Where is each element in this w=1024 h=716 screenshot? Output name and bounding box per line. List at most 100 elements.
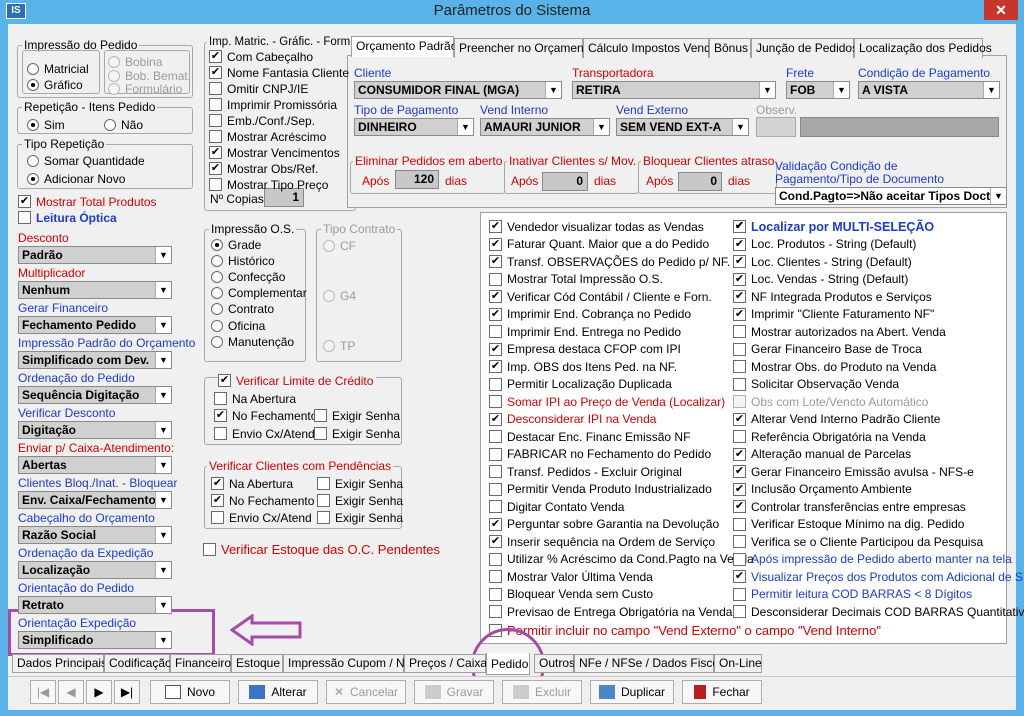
radio-os-option[interactable]: Confecção (211, 268, 285, 285)
excluir-button[interactable]: Excluir (502, 680, 582, 704)
radio-cf[interactable]: CF (323, 237, 356, 254)
tab-preencher-orcamento[interactable]: Preencher no Orçamento (454, 38, 594, 58)
option-checkbox[interactable]: Solicitar Observação Venda (733, 376, 899, 393)
radio-os-option[interactable]: Contrato (211, 301, 274, 318)
imp-matric-checkbox[interactable]: Mostrar Tipo Preço (209, 176, 328, 193)
gravar-button[interactable]: Gravar (414, 680, 494, 704)
radio-os-option[interactable]: Histórico (211, 252, 275, 269)
transportadora-select[interactable]: RETIRA ▼ (572, 81, 776, 99)
tab-bonus[interactable]: Bônus (709, 38, 751, 58)
bottom-tab[interactable]: Impressão Cupom / NF (283, 654, 412, 673)
option-checkbox[interactable]: Mostrar Total Impressão O.S. (489, 271, 663, 288)
option-checkbox[interactable]: ✔ Loc. Vendas - String (Default) (733, 271, 908, 288)
radio-somar-quantidade[interactable]: Somar Quantidade (27, 152, 145, 169)
duplicar-button[interactable]: Duplicar (590, 680, 674, 704)
close-button[interactable]: ✕ (984, 0, 1018, 20)
option-checkbox[interactable]: ✔ Alteração manual de Parcelas (733, 446, 911, 463)
pendencias-envio-checkbox[interactable]: Envio Cx/Atend (211, 509, 312, 526)
radio-os-option[interactable]: Oficina (211, 317, 265, 334)
alterar-button[interactable]: Alterar (238, 680, 318, 704)
imp-matric-checkbox[interactable]: Mostrar Acréscimo (209, 128, 326, 145)
pendencias-na-abertura-checkbox[interactable]: ✔ Na Abertura (211, 475, 293, 492)
observ-code-input[interactable] (756, 117, 796, 137)
left-combo-select[interactable]: Razão Social ▼ (18, 526, 172, 544)
option-checkbox[interactable]: Destacar Enc. Financ Emissão NF (489, 428, 690, 445)
option-checkbox[interactable]: Desconsiderar Decimais COD BARRAS Quanti… (733, 603, 1024, 620)
radio-formulario[interactable]: Formulário (108, 80, 182, 97)
bottom-tab[interactable]: NFe / NFSe / Dados Fisco (574, 654, 719, 673)
radio-os-option[interactable]: Complementar (211, 285, 307, 302)
tipo-pagamento-select[interactable]: DINHEIRO ▼ (354, 118, 474, 136)
option-checkbox[interactable]: ✔ Inserir sequência na Ordem de Serviço (489, 533, 715, 550)
option-checkbox[interactable]: Bloquear Venda sem Custo (489, 586, 653, 603)
tab-orcamento-padrao[interactable]: Orçamento Padrão (351, 36, 457, 57)
leitura-optica-checkbox[interactable]: Leitura Óptica (18, 209, 117, 226)
radio-nao[interactable]: Não (104, 116, 143, 133)
pendencias-no-fechamento-checkbox[interactable]: ✔ No Fechamento (211, 492, 314, 509)
bottom-tab[interactable]: On-Line (714, 654, 762, 673)
option-checkbox[interactable]: ✔ Perguntar sobre Garantia na Devolução (489, 516, 719, 533)
option-checkbox[interactable]: ✔ NF Integrada Produtos e Serviços (733, 288, 932, 305)
radio-os-option[interactable]: Manutenção (211, 333, 294, 350)
bottom-tab[interactable]: Preços / Caixa (404, 654, 487, 673)
radio-matricial[interactable]: Matricial (27, 60, 89, 77)
left-combo-select[interactable]: Nenhum ▼ (18, 281, 172, 299)
left-combo-select[interactable]: Abertas ▼ (18, 456, 172, 474)
option-checkbox[interactable]: Referência Obrigatória na Venda (733, 428, 926, 445)
radio-adicionar-novo[interactable]: Adicionar Novo (27, 170, 125, 187)
last-record-button[interactable]: ▶| (114, 680, 140, 704)
left-combo-select[interactable]: Padrão ▼ (18, 246, 172, 264)
option-checkbox[interactable]: Somar IPI ao Preço de Venda (Localizar) (489, 393, 725, 410)
bottom-tab[interactable]: Codificação (104, 654, 172, 673)
option-checkbox[interactable]: ✔ Faturar Quant. Maior que a do Pedido (489, 236, 709, 253)
cancelar-button[interactable]: ✕ Cancelar (326, 680, 406, 704)
imp-matric-checkbox[interactable]: Imprimir Promissória (209, 96, 337, 113)
option-checkbox[interactable]: Utilizar % Acréscimo da Cond.Pagto na Ve… (489, 551, 754, 568)
credito-na-abertura-checkbox[interactable]: Na Abertura (214, 390, 296, 407)
imp-matric-checkbox[interactable]: Omitir CNPJ/IE (209, 80, 308, 97)
permitir-vend-checkbox[interactable]: Permitir incluir no campo "Vend Externo"… (489, 622, 881, 639)
imp-matric-checkbox[interactable]: ✔ Mostrar Vencimentos (209, 144, 340, 161)
option-checkbox[interactable]: ✔ Empresa destaca CFOP com IPI (489, 341, 681, 358)
bloquear-dias-input[interactable]: 0 (678, 172, 722, 191)
imp-matric-checkbox[interactable]: ✔ Nome Fantasia Cliente (209, 64, 349, 81)
vend-interno-select[interactable]: AMAURI JUNIOR ▼ (480, 118, 610, 136)
option-checkbox[interactable]: ✔ Alterar Vend Interno Padrão Cliente (733, 411, 940, 428)
option-checkbox[interactable]: Digitar Contato Venda (489, 498, 624, 515)
bottom-tab[interactable]: Estoque (231, 654, 283, 673)
option-checkbox[interactable]: Imprimir End. Entrega no Pedido (489, 323, 681, 340)
cliente-select[interactable]: CONSUMIDOR FINAL (MGA) ▼ (354, 81, 562, 99)
tab-calculo-impostos[interactable]: Cálculo Impostos Venda (583, 38, 717, 58)
option-checkbox[interactable]: Permitir leitura COD BARRAS < 8 Dígitos (733, 586, 972, 603)
left-combo-select[interactable]: Localização ▼ (18, 561, 172, 579)
option-checkbox[interactable]: ✔ Controlar transferências entre empresas (733, 498, 966, 515)
validacao-select[interactable]: Cond.Pagto=>Não aceitar Tipos Docto ▼ (775, 187, 1007, 205)
option-checkbox[interactable]: Previsao de Entrega Obrigatória na Venda (489, 603, 732, 620)
option-checkbox[interactable]: ✔ Visualizar Preços dos Produtos com Adic… (733, 568, 1024, 585)
tab-juncao-pedidos[interactable]: Junção de Pedidos (751, 38, 858, 58)
option-checkbox[interactable]: ✔ Loc. Clientes - String (Default) (733, 253, 912, 270)
option-checkbox[interactable]: ✔ Gerar Financeiro Emissão avulsa - NFS-e (733, 463, 974, 480)
option-checkbox[interactable]: Obs com Lote/Vencto Automático (733, 393, 928, 410)
option-checkbox[interactable]: Verificar Estoque Mínimo na dig. Pedido (733, 516, 964, 533)
option-checkbox[interactable]: FABRICAR no Fechamento do Pedido (489, 446, 711, 463)
condicao-select[interactable]: A VISTA ▼ (858, 81, 1000, 99)
credito-no-fechamento-checkbox[interactable]: ✔ No Fechamento (214, 407, 317, 424)
credito-exigir-senha-1-checkbox[interactable]: Exigir Senha (314, 407, 400, 424)
left-combo-select[interactable]: Retrato ▼ (18, 596, 172, 614)
option-checkbox[interactable]: Permitir Venda Produto Industrializado (489, 481, 712, 498)
radio-tp[interactable]: TP (323, 337, 355, 354)
option-checkbox[interactable]: ✔ Verificar Cód Contábil / Cliente e Forn… (489, 288, 712, 305)
imp-matric-checkbox[interactable]: ✔ Com Cabeçalho (209, 48, 313, 65)
left-combo-select[interactable]: Sequência Digitação ▼ (18, 386, 172, 404)
option-checkbox[interactable]: ✔ Localizar por MULTI-SELEÇÃO (733, 218, 934, 235)
novo-button[interactable]: Novo (150, 680, 230, 704)
pendencias-exigir-senha-3-checkbox[interactable]: Exigir Senha (317, 509, 403, 526)
frete-select[interactable]: FOB ▼ (786, 81, 850, 99)
option-checkbox[interactable]: ✔ Transf. OBSERVAÇÕES do Pedido p/ NF. (489, 253, 730, 270)
first-record-button[interactable]: |◀ (30, 680, 56, 704)
eliminar-dias-input[interactable]: 120 (395, 170, 439, 189)
radio-os-option[interactable]: Grade (211, 236, 261, 253)
verificar-credito-checkbox[interactable]: ✔ Verificar Limite de Crédito (218, 372, 377, 389)
option-checkbox[interactable]: Transf. Pedidos - Excluir Original (489, 463, 682, 480)
